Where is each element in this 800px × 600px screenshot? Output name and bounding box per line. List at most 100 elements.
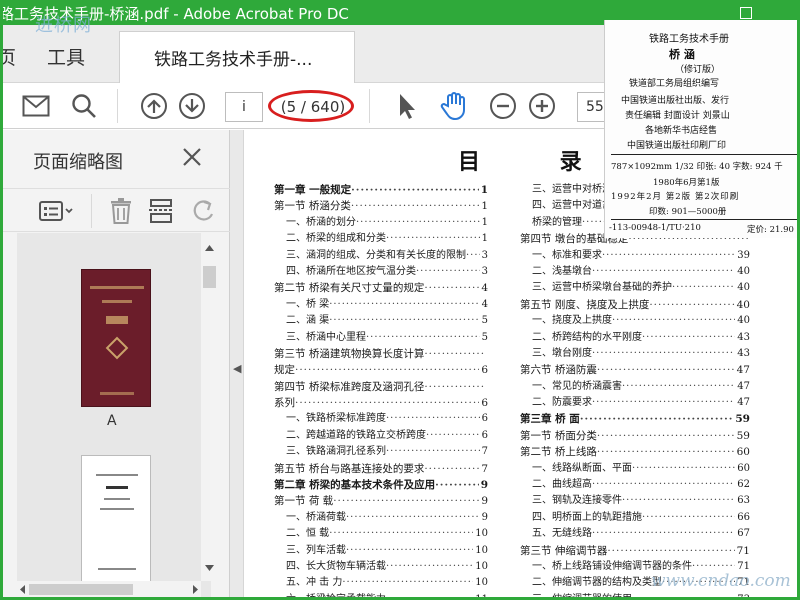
toc-entry[interactable]: 第二节 桥梁有关尺寸丈量的规定 4 [274, 280, 488, 296]
toc-entry-text: 第二节 桥梁有关尺寸丈量的规定 [274, 282, 425, 295]
toc-entry-page [486, 379, 488, 395]
toc-entry[interactable]: 三、钢轨及连接零件 63 [520, 493, 750, 509]
toc-entry[interactable]: 规定 6 [274, 362, 488, 378]
page-number-input[interactable]: i [225, 92, 263, 122]
toc-entry[interactable]: 第六节 桥涵防震 47 [520, 362, 750, 378]
toc-entry-text: 一、桥涵荷载 [286, 511, 346, 523]
zoom-in-icon[interactable] [527, 91, 557, 121]
page-thumbnail-title[interactable] [81, 455, 151, 585]
overlay-series: 铁路工务技术手册 [649, 34, 729, 45]
scrollbar-thumb[interactable] [203, 266, 216, 288]
next-page-icon[interactable] [177, 91, 207, 121]
toc-entry-page: 6 [481, 364, 488, 377]
toc-entry[interactable]: 二、桥梁的组成和分类 1 [274, 231, 488, 247]
page-thumbnail-cover[interactable] [81, 269, 151, 407]
toc-entry[interactable]: 第一节 荷 载 9 [274, 493, 488, 509]
zoom-out-icon[interactable] [488, 91, 518, 121]
toc-entry[interactable]: 三、列车活载 10 [274, 543, 488, 559]
options-menu-icon[interactable] [37, 197, 77, 225]
toc-entry[interactable]: 三、伸缩调节器的使用 73 [520, 592, 750, 597]
toc-entry[interactable]: 第二节 桥上线路 60 [520, 444, 750, 460]
trash-icon[interactable] [107, 197, 135, 225]
rotate-icon[interactable] [189, 197, 217, 225]
toc-entry[interactable]: 二、曲线超高 62 [520, 477, 750, 493]
toc-entry[interactable]: 四、桥涵所在地区按气温分类 3 [274, 264, 488, 280]
toc-entry-page: 43 [737, 347, 750, 359]
hscrollbar-thumb[interactable] [29, 584, 133, 595]
watermark-bottom: www.cndao.com [651, 571, 791, 591]
toc-entry[interactable]: 一、桥涵的划分 1 [274, 215, 488, 231]
toc-entry[interactable]: 第二章 桥梁的基本技术条件及应用 9 [274, 477, 488, 493]
email-icon[interactable] [21, 91, 51, 121]
toc-entry[interactable]: 三、桥涵中心里程 5 [274, 330, 488, 346]
toc-entry[interactable]: 二、跨越道路的铁路立交桥跨度 6 [274, 428, 488, 444]
toc-entry[interactable]: 第五节 桥台与路基连接处的要求 7 [274, 461, 488, 477]
toc-entry[interactable]: 第五节 刚度、挠度及上拱度 40 [520, 297, 750, 313]
toc-entry[interactable]: 一、线路纵断面、平面 60 [520, 461, 750, 477]
toc-entry[interactable]: 二、防震要求 47 [520, 395, 750, 411]
toc-entry[interactable]: 一、常见的桥涵震害 47 [520, 379, 750, 395]
maximize-icon[interactable] [740, 7, 752, 19]
extract-pages-icon[interactable] [147, 197, 175, 225]
toc-entry[interactable]: 第一节 桥面分类 59 [520, 428, 750, 444]
acrobat-window: 路工务技术手册-桥涵.pdf - Adobe Acrobat Pro DC 页 … [0, 0, 800, 600]
toc-entry-text: 第三节 伸缩调节器 [520, 544, 608, 557]
menu-home[interactable]: 页 [3, 43, 16, 70]
toc-entry-text: 六、桥梁检定承载能力 [286, 593, 386, 600]
overlay-format: 787×1092mm 1/32 印张: 40 字数: 924 千 [611, 162, 783, 172]
search-icon[interactable] [69, 91, 99, 121]
panel-collapse-handle[interactable]: ◀ [230, 130, 244, 597]
scroll-right-icon[interactable] [189, 581, 201, 598]
toc-entry-text: 四、桥涵所在地区按气温分类 [286, 265, 416, 277]
watermark-top: 进桥网 [35, 15, 92, 36]
toc-entry[interactable]: 一、挠度及上拱度 40 [520, 313, 750, 329]
select-cursor-icon[interactable] [392, 91, 422, 121]
toc-entry-text: 五、冲 击 力 [286, 577, 343, 589]
toc-entry[interactable]: 一、铁路桥梁标准跨度 6 [274, 411, 488, 427]
toc-entry[interactable]: 系列 6 [274, 395, 488, 411]
toc-entry[interactable]: 一、桥涵荷载 9 [274, 510, 488, 526]
toc-entry[interactable]: 六、桥梁检定承载能力 11 [274, 592, 488, 600]
title-page-line [106, 486, 128, 489]
toc-entry[interactable]: 三、墩台刚度 43 [520, 346, 750, 362]
toc-entry-page: 63 [737, 495, 750, 507]
toc-entry-page: 40 [737, 315, 750, 327]
close-icon[interactable] [181, 146, 203, 168]
scroll-left-icon[interactable] [17, 581, 29, 598]
thumbnail-hscrollbar[interactable] [17, 581, 201, 598]
collapse-arrow-icon[interactable]: ◀ [233, 362, 241, 375]
toc-entry[interactable]: 三、铁路涵洞孔径系列 7 [274, 444, 488, 460]
toc-entry[interactable]: 第一章 一般规定 1 [274, 182, 488, 198]
toc-entry[interactable]: 三、运营中桥梁墩台基础的养护 40 [520, 280, 750, 296]
thumbnail-scrollbar[interactable] [201, 233, 218, 581]
thumbnails-panel: 页面缩略图 A [3, 130, 230, 598]
toc-entry-text: 一、桥涵的划分 [286, 216, 356, 228]
hand-tool-icon[interactable] [439, 91, 469, 121]
toc-entry[interactable]: 第三章 桥 面 59 [520, 411, 750, 427]
thumbnail-list[interactable]: A [17, 233, 211, 597]
toc-entry-page: 10 [475, 560, 488, 572]
menu-tools[interactable]: 工具 [47, 43, 85, 70]
toc-entry[interactable]: 第四节 桥梁标准跨度及涵洞孔径 [274, 379, 488, 395]
scroll-up-icon[interactable] [201, 241, 218, 255]
toc-entry-page: 47 [737, 380, 750, 392]
toc-entry[interactable]: 一、桥 梁 4 [274, 297, 488, 313]
scroll-down-icon[interactable] [201, 561, 218, 575]
toc-entry[interactable]: 四、明桥面上的轨距措施 66 [520, 510, 750, 526]
toc-entry[interactable]: 五、冲 击 力 10 [274, 575, 488, 591]
toc-entry[interactable]: 二、恒 载 10 [274, 526, 488, 542]
toc-entry[interactable]: 二、浅基墩台 40 [520, 264, 750, 280]
toc-entry[interactable]: 第三节 桥涵建筑物换算长度计算 [274, 346, 488, 362]
toc-entry[interactable]: 第三节 伸缩调节器 71 [520, 543, 750, 559]
toc-entry[interactable]: 第一节 桥涵分类 1 [274, 198, 488, 214]
previous-page-icon[interactable] [139, 91, 169, 121]
toc-entry[interactable]: 一、标准和要求 39 [520, 248, 750, 264]
toc-entry-page: 7 [481, 446, 488, 458]
toc-entry[interactable]: 二、桥跨结构的水平刚度 43 [520, 330, 750, 346]
toc-entry[interactable]: 三、涵洞的组成、分类和有关长度的限制 3 [274, 248, 488, 264]
toc-entry[interactable]: 四、长大货物车辆活载 10 [274, 559, 488, 575]
toc-entry[interactable]: 五、无缝线路 67 [520, 526, 750, 542]
document-tab[interactable]: 铁路工务技术手册-... [119, 31, 355, 83]
toc-leader-dots [295, 362, 479, 378]
toc-entry[interactable]: 二、涵 渠 5 [274, 313, 488, 329]
